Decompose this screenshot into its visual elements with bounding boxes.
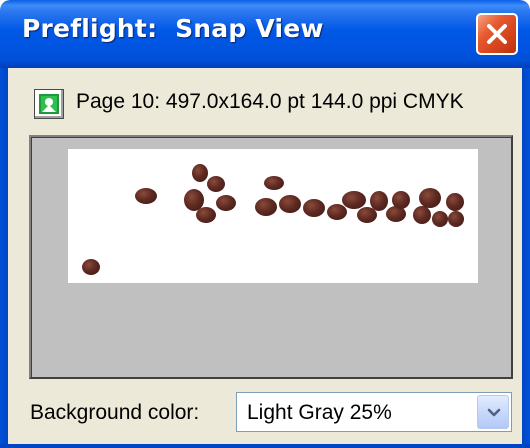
snap-preview-image <box>68 149 478 283</box>
bean-shape <box>216 195 236 211</box>
bean-shape <box>446 193 464 211</box>
background-color-value: Light Gray 25% <box>247 401 392 424</box>
background-color-select[interactable]: Light Gray 25% <box>236 392 512 432</box>
bean-shape <box>82 259 100 275</box>
dropdown-button[interactable] <box>477 395 509 429</box>
window-title: Preflight: Snap View <box>22 14 324 43</box>
bean-shape <box>255 198 277 216</box>
bean-shape <box>448 211 464 227</box>
bean-shape <box>264 176 284 190</box>
bean-shape <box>196 207 216 223</box>
bean-shape <box>413 206 431 224</box>
bean-shape <box>303 199 325 217</box>
bean-shape <box>135 188 157 204</box>
page-info-text: Page 10: 497.0x164.0 pt 144.0 ppi CMYK <box>76 90 464 113</box>
preflight-snap-view-window: Preflight: Snap View Page 10: 497.0x164.… <box>0 0 530 448</box>
window-frame-left <box>0 68 8 448</box>
bean-shape <box>192 164 208 182</box>
bean-shape <box>370 191 388 211</box>
bean-shape <box>419 188 441 208</box>
window-frame-right <box>522 68 530 448</box>
background-color-label: Background color: <box>30 401 200 424</box>
bean-shape <box>327 204 347 220</box>
title-bar[interactable]: Preflight: Snap View <box>0 0 530 68</box>
bean-shape <box>279 195 301 213</box>
page-preview-icon[interactable] <box>34 89 64 119</box>
bean-shape <box>392 191 410 209</box>
window-frame-bottom <box>0 444 530 448</box>
bean-shape <box>432 211 448 227</box>
bean-shape <box>342 191 366 209</box>
bean-shape <box>207 176 225 192</box>
close-button[interactable] <box>476 13 518 55</box>
